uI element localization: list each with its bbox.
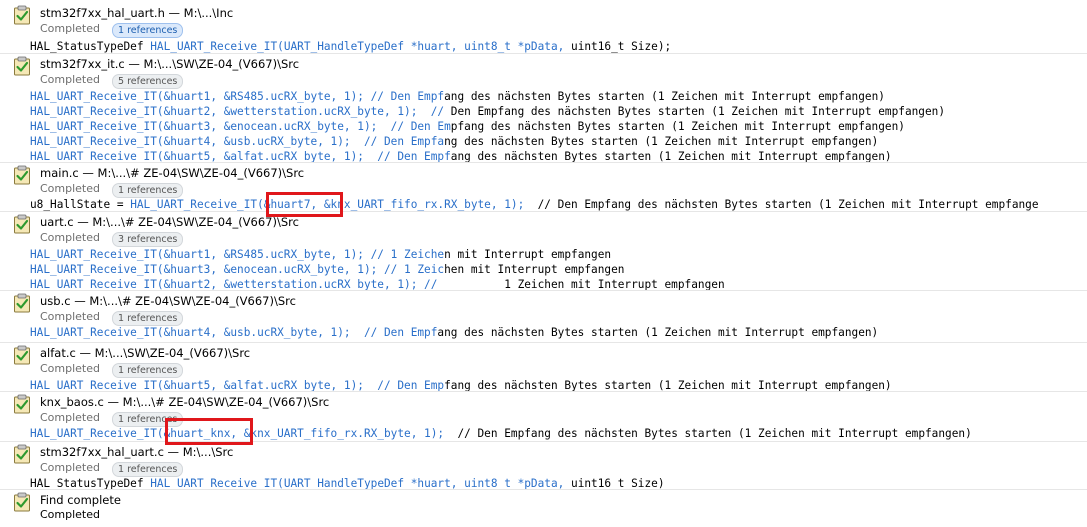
result-code-line[interactable]: HAL_UART_Receive_IT(&huart1, &RS485.ucRX… <box>30 89 885 104</box>
result-file-header[interactable]: knx_baos.c — M:\...\# ZE-04\SW\ZE-04_(V6… <box>40 395 329 409</box>
result-code-line[interactable]: HAL_UART_Receive_IT(&huart2, &wetterstat… <box>30 104 945 119</box>
find-complete-title: Find complete <box>40 493 121 507</box>
group-separator <box>0 162 1087 163</box>
code-prefix-text: u8_HallState = <box>30 198 131 211</box>
result-status: Completed <box>40 182 100 195</box>
highlight-box-huart7 <box>266 192 343 217</box>
find-complete-status: Completed <box>40 508 100 521</box>
code-suffix-text: ang des nächsten Bytes starten (1 Zeiche… <box>444 90 885 103</box>
result-file-header[interactable]: usb.c — M:\...\# ZE-04\SW\ZE-04_(V667)\S… <box>40 294 296 308</box>
code-match-text: HAL_UART_Receive_IT(&huart4, &usb.ucRX_b… <box>30 135 445 148</box>
result-status: Completed <box>40 461 100 474</box>
references-count-badge: 1 references <box>112 311 184 326</box>
code-match-text: HAL_UART_Receive_IT(&huart4, &usb.ucRX_b… <box>30 326 438 339</box>
result-status: Completed <box>40 411 100 424</box>
clipboard-check-icon <box>14 492 30 512</box>
result-code-line[interactable]: HAL_UART_Receive_IT(&huart4, &usb.ucRX_b… <box>30 134 878 149</box>
result-code-line[interactable]: HAL_StatusTypeDef HAL_UART_Receive_IT(UA… <box>30 39 671 54</box>
clipboard-check-icon <box>14 214 30 234</box>
group-separator <box>0 53 1087 54</box>
result-file-header[interactable]: stm32f7xx_it.c — M:\...\SW\ZE-04_(V667)\… <box>40 57 299 71</box>
code-match-text: HAL_UART_Receive_IT(&huart3, &enocean.uc… <box>30 263 445 276</box>
group-separator <box>0 290 1087 291</box>
code-match-text: HAL_UART_Receive_IT(&huart3, &enocean.uc… <box>30 120 451 133</box>
result-code-line[interactable]: u8_HallState = HAL_UART_Receive_IT(&huar… <box>30 197 1039 212</box>
result-code-line[interactable]: HAL_UART_Receive_IT(&huart3, &enocean.uc… <box>30 119 905 134</box>
code-suffix-text: pfang des nächsten Bytes starten (1 Zeic… <box>450 120 905 133</box>
result-code-line[interactable]: HAL_UART_Receive_IT(&huart1, &RS485.ucRX… <box>30 247 611 262</box>
group-separator <box>0 489 1087 490</box>
code-suffix-text: ang des nächsten Bytes starten (1 Zeiche… <box>437 326 879 339</box>
result-status: Completed <box>40 362 100 375</box>
code-suffix-text: // Den Empfang des nächsten Bytes starte… <box>444 427 972 440</box>
references-count-badge: 1 references <box>112 462 184 477</box>
code-match-text: HAL_UART_Receive_IT(&huart1, &RS485.ucRX… <box>30 248 445 261</box>
group-separator <box>0 441 1087 442</box>
clipboard-check-icon <box>14 56 30 76</box>
result-code-line[interactable]: HAL_UART_Receive_IT(&huart4, &usb.ucRX_b… <box>30 325 878 340</box>
code-match-text: HAL_UART_Receive_IT(&huart2, &wetterstat… <box>30 105 451 118</box>
clipboard-check-icon <box>14 394 30 414</box>
clipboard-check-icon <box>14 345 30 365</box>
result-status: Completed <box>40 22 100 35</box>
result-status: Completed <box>40 73 100 86</box>
result-file-header[interactable]: stm32f7xx_hal_uart.h — M:\...\Inc <box>40 6 233 20</box>
code-suffix-text: hen mit Interrupt empfangen <box>444 263 625 276</box>
result-file-header[interactable]: main.c — M:\...\# ZE-04\SW\ZE-04_(V667)\… <box>40 166 304 180</box>
result-file-header[interactable]: uart.c — M:\...\# ZE-04\SW\ZE-04_(V667)\… <box>40 215 299 229</box>
clipboard-check-icon <box>14 5 30 25</box>
result-code-line[interactable]: HAL_UART_Receive_IT(&huart3, &enocean.uc… <box>30 262 624 277</box>
clipboard-check-icon <box>14 444 30 464</box>
highlight-box-huart-knx <box>165 418 253 445</box>
code-suffix-text: ng des nächsten Bytes starten (1 Zeichen… <box>444 135 879 148</box>
code-prefix-text: HAL_StatusTypeDef <box>30 40 151 53</box>
clipboard-check-icon <box>14 293 30 313</box>
result-file-header[interactable]: stm32f7xx_hal_uart.c — M:\...\Src <box>40 445 233 459</box>
references-count-badge: 5 references <box>112 74 184 89</box>
group-separator <box>0 211 1087 212</box>
group-separator <box>0 391 1087 392</box>
code-suffix-text: n mit Interrupt empfangen <box>444 248 612 261</box>
code-suffix-text: Den Empfang des nächsten Bytes starten (… <box>450 105 946 118</box>
code-suffix-text: // Den Empfang des nächsten Bytes starte… <box>524 198 1039 211</box>
code-match-text: HAL_UART_Receive_IT(&huart1, &RS485.ucRX… <box>30 90 445 103</box>
code-match-text: HAL_UART_Receive_IT(UART_HandleTypeDef *… <box>150 40 572 53</box>
result-file-header[interactable]: alfat.c — M:\...\SW\ZE-04_(V667)\Src <box>40 346 250 360</box>
code-suffix-text: uint16_t Size); <box>571 40 672 53</box>
references-count-badge: 3 references <box>112 232 184 247</box>
result-status: Completed <box>40 310 100 323</box>
references-count-badge: 1 references <box>112 363 184 378</box>
group-separator <box>0 342 1087 343</box>
clipboard-check-icon <box>14 165 30 185</box>
references-count-badge: 1 references <box>112 23 184 38</box>
references-count-badge: 1 references <box>112 183 184 198</box>
result-status: Completed <box>40 231 100 244</box>
